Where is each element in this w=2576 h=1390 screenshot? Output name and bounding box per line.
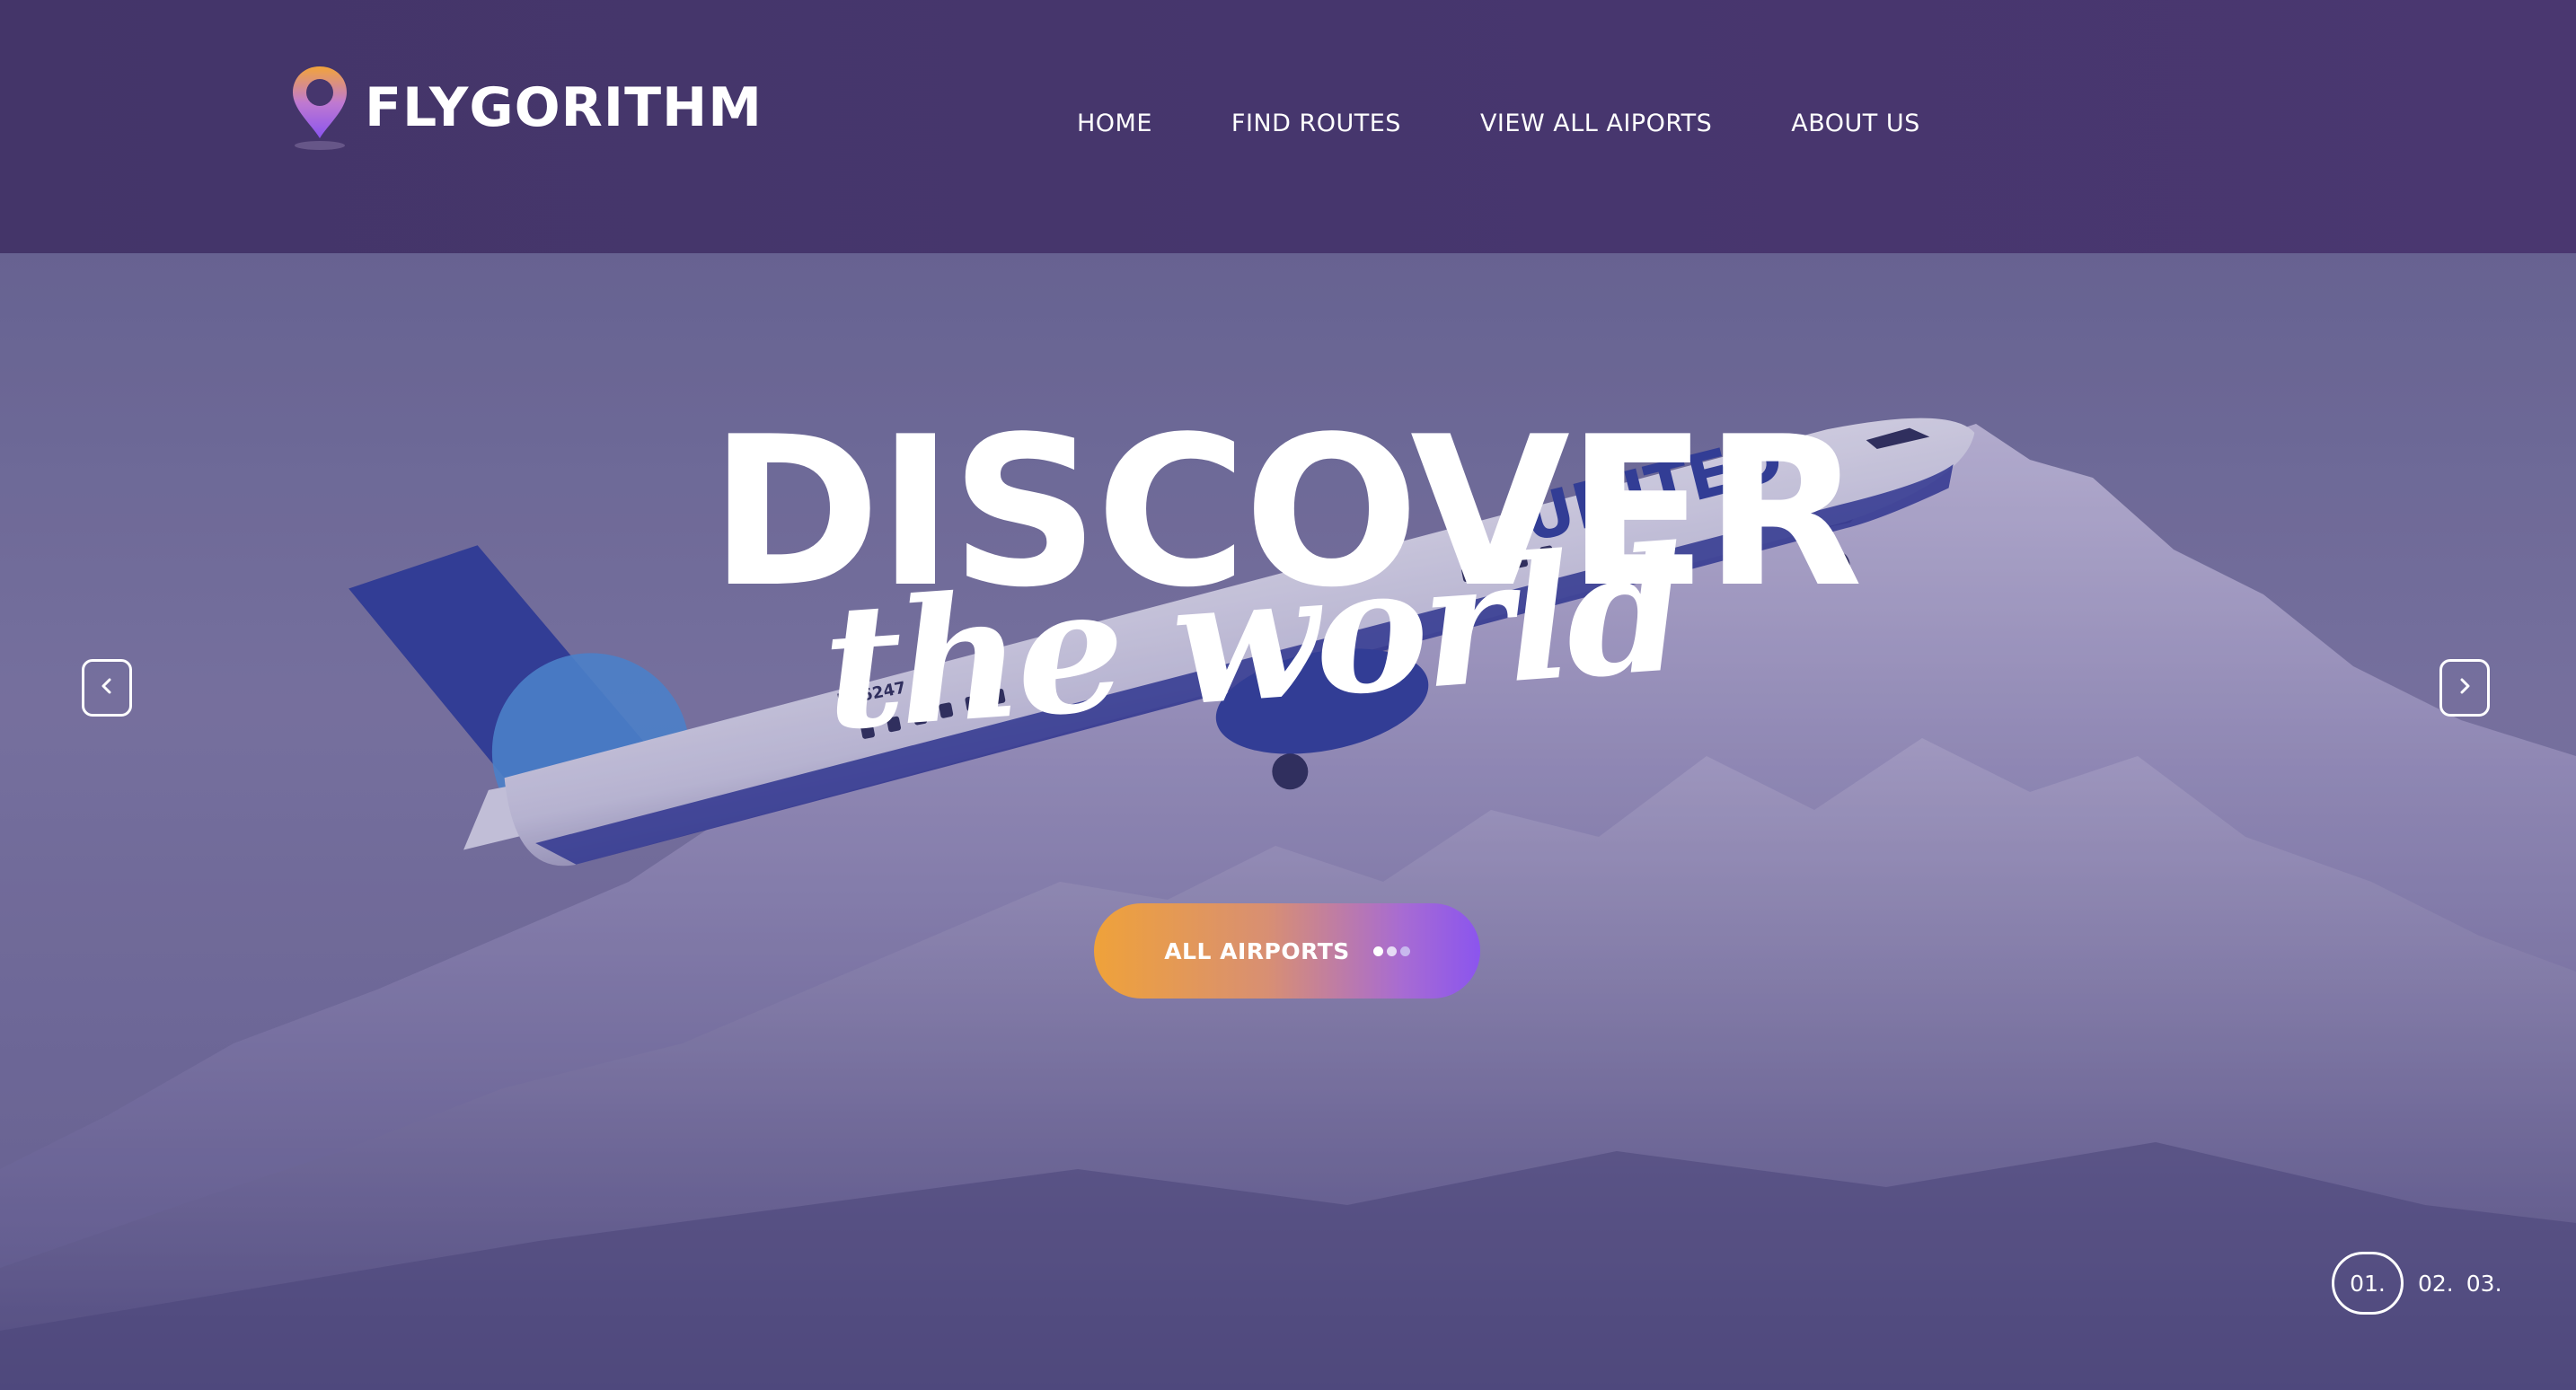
hero-headline: DISCOVER the world xyxy=(0,410,2576,770)
chevron-left-icon xyxy=(97,676,117,699)
all-airports-label: ALL AIRPORTS xyxy=(1164,937,1350,964)
site-header: FLYGORITHM HOME FIND ROUTES VIEW ALL AIP… xyxy=(0,0,2576,253)
slider-next-button[interactable] xyxy=(2439,659,2490,717)
dots-icon xyxy=(1370,946,1410,956)
slide-pagination: 01. 02. 03. xyxy=(2332,1252,2515,1315)
brand-logo[interactable]: FLYGORITHM xyxy=(287,63,763,153)
hero-slider: UNITED N36247 DISCOVER the world ALL AIR… xyxy=(0,253,2576,1390)
chevron-right-icon xyxy=(2455,676,2475,699)
nav-find-routes[interactable]: FIND ROUTES xyxy=(1231,110,1401,137)
main-nav: HOME FIND ROUTES VIEW ALL AIPORTS ABOUT … xyxy=(1077,110,1920,137)
all-airports-button[interactable]: ALL AIRPORTS xyxy=(1094,903,1480,999)
landing-page: FLYGORITHM HOME FIND ROUTES VIEW ALL AIP… xyxy=(0,0,2576,1390)
nav-home[interactable]: HOME xyxy=(1077,110,1152,137)
nav-about-us[interactable]: ABOUT US xyxy=(1791,110,1920,137)
slide-page-1[interactable]: 01. xyxy=(2332,1252,2404,1315)
nav-view-all-airports[interactable]: VIEW ALL AIPORTS xyxy=(1480,110,1712,137)
slide-page-3[interactable]: 03. xyxy=(2466,1271,2502,1297)
slide-page-2[interactable]: 02. xyxy=(2418,1271,2454,1297)
map-pin-icon xyxy=(287,63,352,153)
brand-name: FLYGORITHM xyxy=(365,76,763,139)
slider-prev-button[interactable] xyxy=(82,659,132,717)
